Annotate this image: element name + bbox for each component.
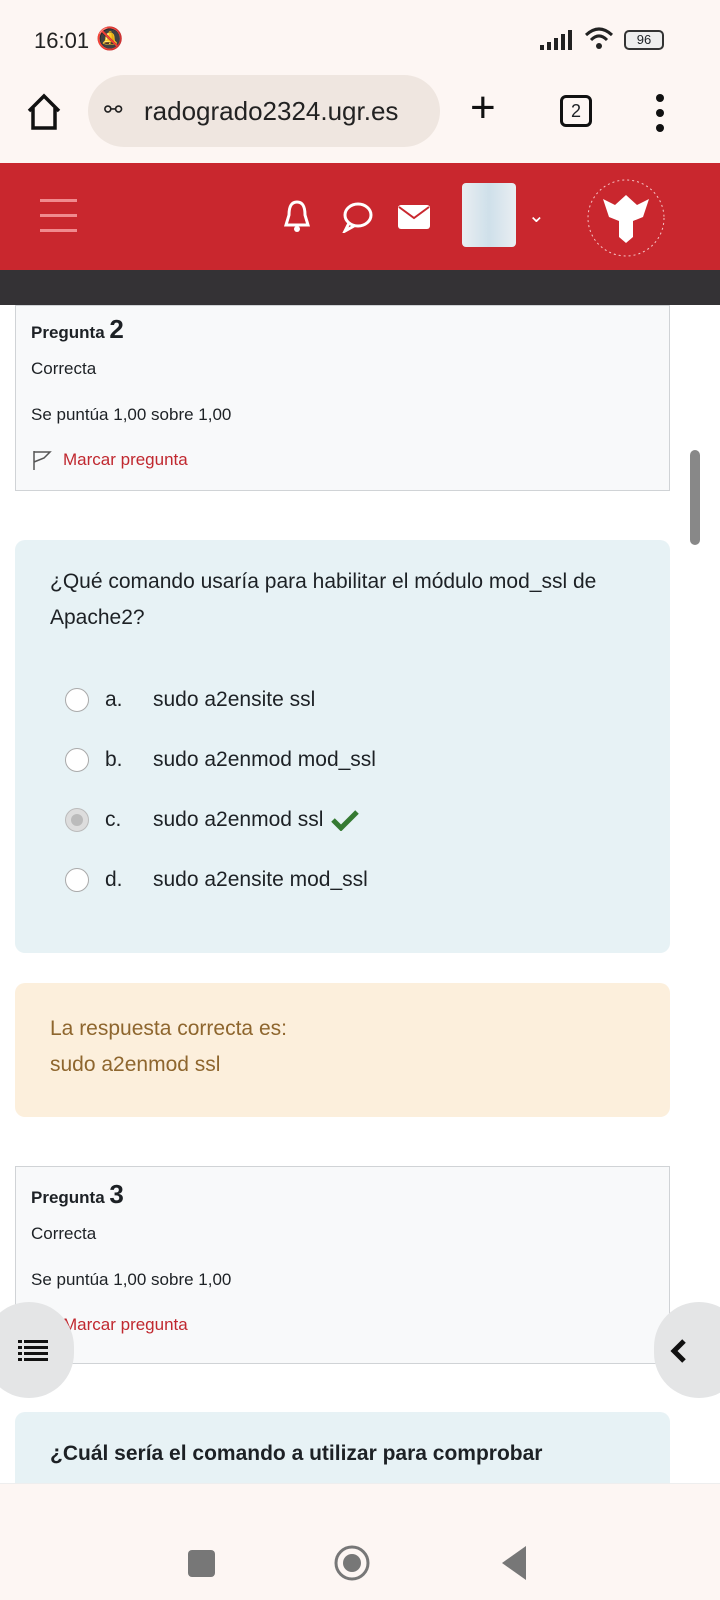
android-nav-bar <box>0 1483 720 1600</box>
user-avatar[interactable] <box>462 183 516 247</box>
flag-label: Marcar pregunta <box>63 1315 188 1334</box>
option-b[interactable]: b. sudo a2enmod mod_ssl <box>65 730 635 790</box>
correct-answer-feedback: La respuesta correcta es: sudo a2enmod s… <box>15 983 670 1117</box>
flag-label: Marcar pregunta <box>63 450 188 469</box>
question-grade: Se puntúa 1,00 sobre 1,00 <box>31 1270 232 1289</box>
option-a[interactable]: a. sudo a2ensite ssl <box>65 670 635 730</box>
battery-icon: 96 <box>624 30 664 50</box>
scrollbar-thumb[interactable] <box>690 450 700 545</box>
question-text: ¿Cuál sería el comando a utilizar para c… <box>50 1442 543 1465</box>
home-icon[interactable] <box>26 93 62 131</box>
messages-icon[interactable] <box>340 201 374 233</box>
answer-options: a. sudo a2ensite ssl b. sudo a2enmod mod_s… <box>50 670 635 910</box>
menu-icon[interactable] <box>40 197 77 235</box>
signal-icon <box>540 30 572 50</box>
site-header: ⌄ <box>0 163 720 270</box>
tab-count: 2 <box>570 101 581 121</box>
browser-toolbar: ⚯ radogrado2324.ugr.es + 2 <box>0 75 720 163</box>
flag-question-link[interactable]: Marcar pregunta <box>31 450 654 470</box>
radio-d[interactable] <box>65 868 89 892</box>
correct-check-icon <box>331 810 360 831</box>
home-button[interactable] <box>333 1544 371 1582</box>
radio-c[interactable] <box>65 808 89 832</box>
university-logo[interactable] <box>585 177 667 259</box>
muted-bell-icon: 🔕 <box>96 26 124 51</box>
flag-question-link[interactable]: Marcar pregunta <box>31 1315 654 1335</box>
list-icon <box>18 1340 48 1361</box>
question-grade: Se puntúa 1,00 sobre 1,00 <box>31 405 232 424</box>
question-text: ¿Qué comando usaría para habilitar el mó… <box>50 570 597 629</box>
notifications-bell-icon[interactable] <box>282 199 312 233</box>
wifi-icon <box>584 27 614 49</box>
question-state: Correcta <box>31 359 97 378</box>
question-number: Pregunta 3 <box>31 1179 124 1209</box>
mail-icon[interactable] <box>398 205 430 229</box>
new-tab-icon[interactable]: + <box>470 83 496 133</box>
status-bar: 16:01 🔕 96 <box>0 0 720 75</box>
question-info-card: Pregunta 3 Correcta Se puntúa 1,00 sobre… <box>15 1166 670 1364</box>
chevron-down-icon[interactable]: ⌄ <box>528 203 545 228</box>
question-content: ¿Qué comando usaría para habilitar el mó… <box>15 540 670 953</box>
radio-b[interactable] <box>65 748 89 772</box>
address-bar[interactable]: ⚯ radogrado2324.ugr.es <box>88 75 440 147</box>
feedback-label: La respuesta correcta es: <box>50 1017 287 1040</box>
tab-switcher-button[interactable]: 2 <box>560 95 592 127</box>
recent-apps-button[interactable] <box>188 1550 215 1577</box>
secondary-nav-bar <box>0 270 720 305</box>
feedback-answer: sudo a2enmod ssl <box>50 1053 221 1076</box>
back-button[interactable] <box>502 1546 528 1580</box>
question-info-card: Pregunta 2 Correcta Se puntúa 1,00 sobre… <box>15 305 670 491</box>
chevron-left-icon <box>670 1339 686 1363</box>
question-number: Pregunta 2 <box>31 314 124 344</box>
radio-a[interactable] <box>65 688 89 712</box>
site-settings-icon[interactable]: ⚯ <box>104 97 122 123</box>
url-text: radogrado2324.ugr.es <box>144 95 399 126</box>
battery-level: 96 <box>636 32 652 47</box>
flag-icon <box>33 451 52 470</box>
option-c[interactable]: c. sudo a2enmod ssl <box>65 790 635 850</box>
more-options-icon[interactable] <box>655 93 665 133</box>
question-state: Correcta <box>31 1224 97 1243</box>
clock: 16:01 <box>34 28 90 53</box>
option-d[interactable]: d. sudo a2ensite mod_ssl <box>65 850 635 910</box>
